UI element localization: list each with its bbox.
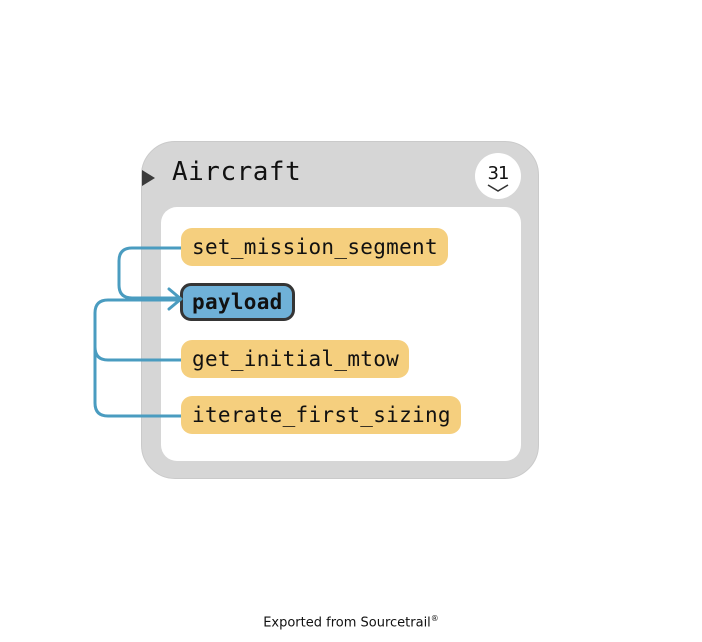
member-payload-active[interactable]: payload — [180, 283, 295, 321]
export-footer: Exported from Sourcetrail® — [0, 614, 702, 630]
member-count: 31 — [487, 163, 510, 184]
member-iterate-first-sizing[interactable]: iterate_first_sizing — [181, 396, 461, 434]
member-set-mission-segment[interactable]: set_mission_segment — [181, 228, 448, 266]
member-get-initial-mtow[interactable]: get_initial_mtow — [181, 340, 410, 378]
chevron-down-icon — [487, 184, 509, 192]
footer-text: Exported from Sourcetrail — [263, 615, 431, 631]
graph-canvas: Aircraft 31 set_mission_segment payload … — [0, 0, 702, 642]
expand-triangle-icon[interactable] — [142, 170, 155, 186]
registered-mark: ® — [430, 614, 439, 623]
member-count-badge[interactable]: 31 — [475, 153, 521, 199]
class-title[interactable]: Aircraft — [172, 157, 301, 187]
